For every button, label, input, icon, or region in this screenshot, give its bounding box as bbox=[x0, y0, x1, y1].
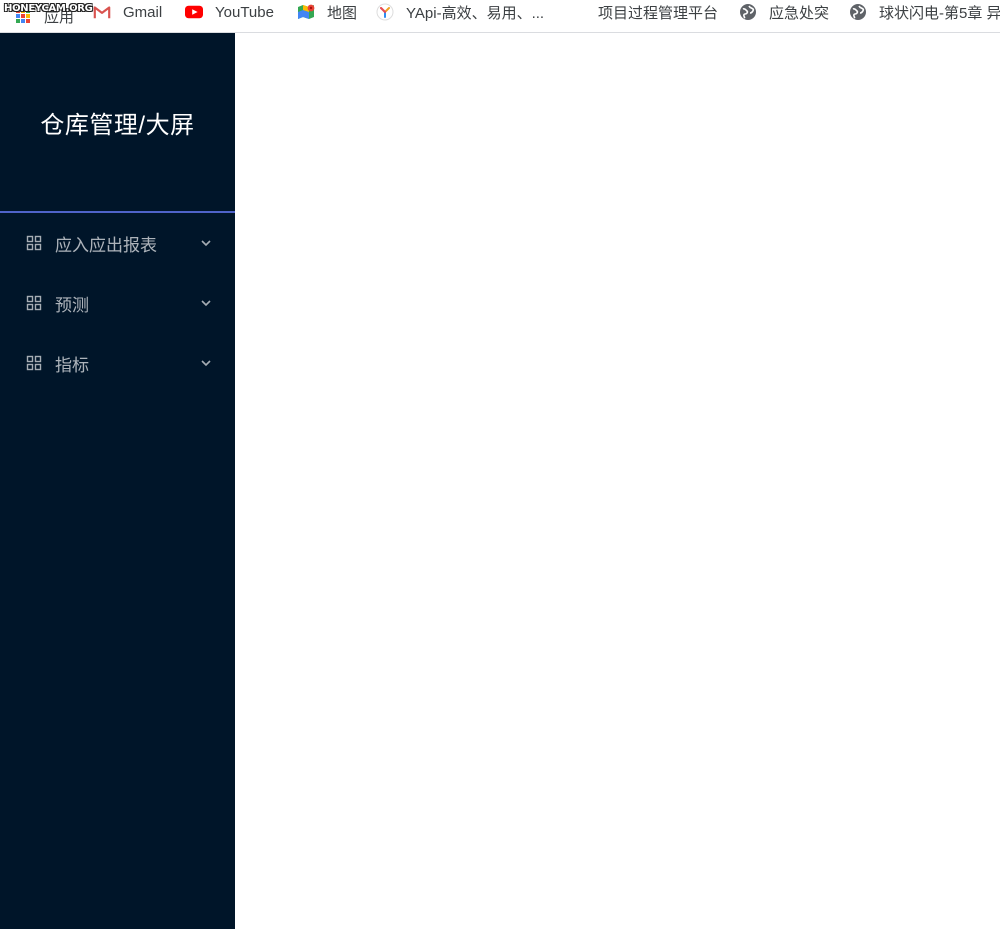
sidebar-menu: 应入应出报表 预测 指标 bbox=[0, 213, 235, 393]
globe-icon bbox=[739, 3, 757, 21]
chevron-down-icon bbox=[201, 240, 211, 247]
bookmark-label: Gmail bbox=[123, 3, 163, 21]
globe-icon bbox=[849, 3, 867, 21]
bookmark-label: 球状闪电-第5章 异 bbox=[879, 4, 1000, 22]
bookmark-yapi[interactable]: YApi-高效、易用、... bbox=[376, 1, 544, 23]
bookmark-label: YApi-高效、易用、... bbox=[406, 4, 545, 22]
chevron-down-icon bbox=[201, 300, 211, 307]
yapi-icon bbox=[376, 3, 394, 21]
chevron-down-icon bbox=[201, 360, 211, 367]
appstore-icon bbox=[26, 295, 42, 311]
bookmark-youtube[interactable]: YouTube bbox=[185, 1, 274, 23]
bookmark-label: YouTube bbox=[215, 3, 274, 21]
bookmark-emergency[interactable]: 应急处突 bbox=[739, 1, 829, 23]
sidebar: 仓库管理/大屏 应入应出报表 预测 指标 bbox=[0, 33, 235, 929]
sidebar-item-inout-report[interactable]: 应入应出报表 bbox=[0, 213, 235, 273]
bookmarks-bar: HONEYCAM.ORG 应用 Gmail YouTube 地图 YApi-高效… bbox=[0, 0, 1000, 33]
gmail-icon bbox=[93, 3, 111, 21]
main-content bbox=[235, 33, 1000, 929]
sidebar-item-label: 应入应出报表 bbox=[55, 235, 157, 255]
bookmark-label: 应急处突 bbox=[769, 4, 830, 22]
sidebar-item-label: 预测 bbox=[55, 295, 89, 315]
bookmark-project-platform[interactable]: 项目过程管理平台 bbox=[598, 1, 718, 23]
sidebar-item-label: 指标 bbox=[55, 355, 89, 375]
sidebar-item-forecast[interactable]: 预测 bbox=[0, 273, 235, 333]
youtube-icon bbox=[185, 3, 203, 21]
bookmark-maps[interactable]: 地图 bbox=[297, 1, 357, 23]
appstore-icon bbox=[26, 235, 42, 251]
bookmark-gmail[interactable]: Gmail bbox=[93, 1, 162, 23]
bookmark-ball-lightning[interactable]: 球状闪电-第5章 异 bbox=[849, 1, 1000, 23]
bookmark-label: 项目过程管理平台 bbox=[598, 4, 719, 22]
sidebar-item-metrics[interactable]: 指标 bbox=[0, 333, 235, 393]
bookmark-label: 地图 bbox=[327, 4, 358, 22]
watermark: HONEYCAM.ORG bbox=[4, 3, 93, 14]
app-title: 仓库管理/大屏 bbox=[40, 111, 195, 139]
logo-area: 仓库管理/大屏 bbox=[0, 33, 235, 211]
appstore-icon bbox=[26, 355, 42, 371]
maps-icon bbox=[297, 3, 315, 21]
